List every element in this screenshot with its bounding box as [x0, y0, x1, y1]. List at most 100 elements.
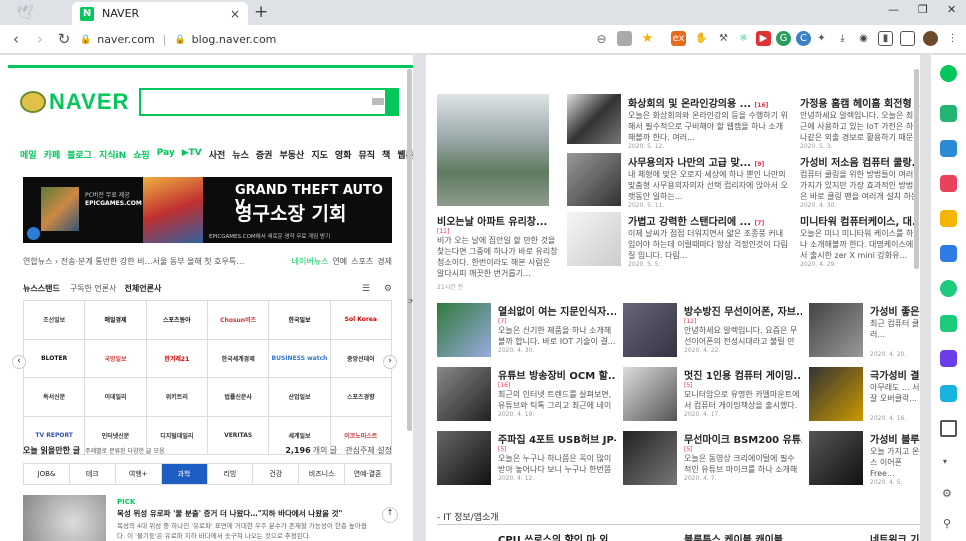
post-thumbnail[interactable] — [623, 431, 677, 485]
sidebar-memo-icon[interactable] — [940, 105, 957, 122]
post-thumbnail[interactable] — [437, 367, 491, 421]
minimize-button[interactable]: — — [888, 3, 899, 16]
sidebar-message-icon[interactable] — [940, 385, 957, 402]
nav-item[interactable]: 부동산 — [279, 148, 304, 161]
press-logo[interactable]: BLOTER — [24, 339, 86, 378]
nav-item[interactable]: 지도 — [311, 148, 328, 161]
ticker-link[interactable]: 스포츠 — [351, 256, 373, 267]
category-tab[interactable]: 리빙 — [208, 464, 254, 484]
post-item[interactable]: 가성비 좋은 ... 최근 컴퓨터 쿨러... 2020. 4. 20. — [870, 303, 920, 363]
post-item[interactable]: 가정용 홈캠 헤이홈 회전형 ... 안녕하세요 알렉입니다. 오늘은 최근에 … — [800, 95, 920, 157]
ext-orange-icon[interactable]: ex — [671, 31, 686, 46]
naver-logo[interactable]: NAVER — [20, 89, 129, 115]
nav-item[interactable]: 뮤직 — [358, 148, 375, 161]
sidebar-star-icon[interactable] — [940, 210, 957, 227]
sidebar-app-icon[interactable] — [940, 245, 957, 262]
nav-item[interactable]: 뉴스 — [232, 148, 249, 161]
nav-item[interactable]: 영화 — [335, 148, 352, 161]
right-scrollbar[interactable] — [914, 69, 919, 269]
search-input[interactable] — [139, 88, 399, 116]
interest-setting-link[interactable]: 관심주제 설정 — [345, 445, 392, 456]
post-item[interactable]: 사무용의자 나만의 고급 맞... [9] 내 체형에 맞은 오로지 세상에 하… — [628, 154, 788, 216]
post-item[interactable]: 방수방진 무선이어폰, 자브... [12] 안녕하세요 알렉입니다. 요즘은 … — [684, 303, 802, 363]
press-logo[interactable]: 이데일리 — [85, 378, 147, 417]
hand-icon[interactable]: ✋ — [694, 31, 709, 46]
reload-icon[interactable]: ↻ — [52, 30, 76, 48]
list-view-icon[interactable]: ☰ — [362, 284, 370, 294]
scroll-left-icon[interactable]: ‹ — [12, 355, 26, 369]
post-thumbnail[interactable] — [809, 431, 863, 485]
post-item[interactable]: 주파집 4포트 USB허브 JP-... [5] 오늘은 누구나 하나쯤은 꼭이… — [498, 431, 616, 491]
press-logo[interactable]: 한겨레21 — [146, 339, 208, 378]
post-thumbnail[interactable] — [623, 367, 677, 421]
nav-item[interactable]: ▶TV — [182, 148, 202, 161]
press-logo[interactable]: 법률신문사 — [207, 378, 270, 417]
ticker-text[interactable]: 연합뉴스 › 전송·분계 통반한 강한 비…서울 동부 올해 첫 호우특… — [23, 256, 244, 267]
split-view-icon[interactable] — [900, 31, 915, 46]
menu-icon[interactable]: ⋮ — [945, 31, 960, 46]
post-item[interactable]: 가성비 저소음 컴퓨터 쿨랑... 컴퓨터 쿨링을 위한 방법들이 여러가지가 … — [800, 154, 920, 216]
tools-icon[interactable]: ⚒ — [716, 31, 731, 46]
ext-c-icon[interactable]: C — [796, 31, 811, 46]
newsstand-label[interactable]: 뉴스스탠드 — [23, 283, 60, 294]
nav-item[interactable]: Pay — [157, 148, 175, 161]
pick-image[interactable] — [23, 495, 106, 541]
pane-divider-handle[interactable]: ⫘ — [408, 295, 413, 306]
nav-item[interactable]: 사전 — [209, 148, 226, 161]
press-logo[interactable]: 국방일보 — [85, 339, 147, 378]
category-tab[interactable]: 테크 — [70, 464, 116, 484]
category-tab[interactable]: JOB& — [24, 464, 70, 484]
nav-item[interactable]: 카페 — [44, 148, 61, 161]
post-item[interactable]: 열쇠없이 여는 지문인식자... [7] 오늘은 신기한 제품을 하나 소개해볼… — [498, 303, 616, 363]
download-icon[interactable]: ⤓ — [835, 31, 850, 46]
scroll-right-icon[interactable]: › — [383, 355, 397, 369]
press-logo[interactable]: 산업일보 — [269, 378, 331, 417]
nav-item[interactable]: 쇼핑 — [133, 148, 150, 161]
press-logo[interactable]: 조선일보 — [24, 301, 86, 340]
tab-close-button[interactable]: × — [230, 7, 240, 21]
post-thumbnail[interactable] — [623, 303, 677, 357]
bookmark-star-icon[interactable]: ★ — [640, 31, 655, 46]
category-tab[interactable]: 건강 — [253, 464, 300, 484]
category-tab-selected[interactable]: 과학 — [161, 464, 208, 484]
reader-icon[interactable]: ▮ — [878, 31, 893, 46]
post-thumbnail[interactable] — [437, 431, 491, 485]
forward-icon[interactable]: › — [28, 30, 52, 48]
press-logo[interactable]: 위키트리 — [146, 378, 208, 417]
press-logo[interactable]: 한국세계경제 — [207, 339, 270, 378]
press-logo[interactable]: Sol Korea — [330, 301, 392, 340]
play-icon[interactable] — [27, 227, 40, 240]
press-logo[interactable]: 독서신문 — [24, 378, 86, 417]
post-thumbnail[interactable] — [809, 303, 863, 357]
react-icon[interactable]: ⚛ — [736, 31, 751, 46]
window-close-button[interactable]: ✕ — [947, 3, 956, 16]
back-icon[interactable]: ‹ — [4, 30, 28, 48]
puzzle-icon[interactable]: ✦ — [814, 31, 829, 46]
newsstand-sub[interactable]: 구독한 언론사 — [70, 283, 117, 294]
ext-g-icon[interactable]: G — [776, 31, 791, 46]
post-title[interactable]: 블루투스 케이블 캐이블 — [684, 531, 802, 541]
nav-item[interactable]: 메일 — [20, 148, 37, 161]
ticker-link[interactable]: 연예 — [332, 256, 347, 267]
pick-title[interactable]: 목성 위성 유로파 '물 분출' 증거 더 나왔다…"지하 바다에서 나왔을 것… — [117, 508, 382, 519]
twitter-icon[interactable]: 🕊 — [16, 5, 40, 21]
post-thumbnail[interactable] — [567, 212, 621, 266]
sidebar-chat-icon[interactable] — [940, 315, 957, 332]
new-tab-button[interactable]: + — [254, 2, 268, 22]
tab-naver[interactable]: N NAVER × — [72, 2, 248, 25]
post-thumbnail[interactable] — [437, 303, 491, 357]
ad-banner[interactable]: PC버전 무료 제공 EPICGAMES.COM GRAND THEFT AUT… — [23, 177, 392, 243]
scroll-top-icon[interactable]: ↑ — [382, 507, 398, 523]
restore-button[interactable]: ❐ — [918, 3, 928, 16]
sidebar-pin-icon[interactable]: ⚲ — [943, 517, 951, 530]
sidebar-calendar-icon[interactable] — [940, 140, 957, 157]
sidebar-pocket-icon[interactable] — [940, 175, 957, 192]
post-thumbnail[interactable] — [809, 367, 863, 421]
keyboard-icon[interactable] — [372, 98, 384, 105]
post-title[interactable]: 네트워크 기기 — [870, 531, 920, 541]
sidebar-play-icon[interactable] — [940, 280, 957, 297]
post-title[interactable]: CPU 쓰로스의 향인 마 외 — [498, 531, 616, 541]
play-icon[interactable]: ▶ — [756, 31, 771, 46]
post-item[interactable]: 무선마이크 BSM200 유튜브 ... [5] 오늘은 동영상 크리에이털에 … — [684, 431, 802, 491]
sidebar-naver-icon[interactable] — [940, 65, 957, 82]
